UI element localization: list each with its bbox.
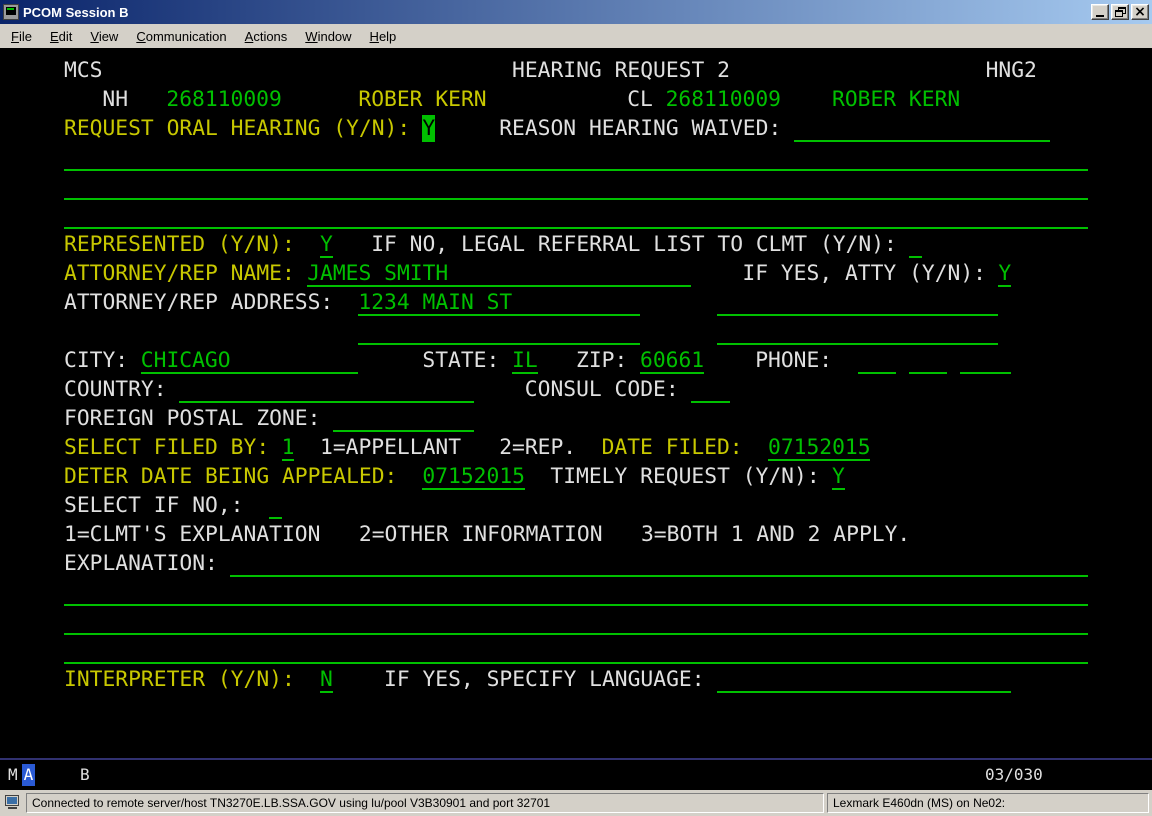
terminal-text: REQUEST ORAL HEARING (Y/N): xyxy=(64,115,410,142)
cl-number: 268110009 xyxy=(666,86,781,113)
terminal-text: PHONE: xyxy=(755,347,832,374)
minimize-icon xyxy=(1096,15,1104,17)
terminal-text: INTERPRETER (Y/N): xyxy=(64,666,295,693)
status-printer-text: Lexmark E460dn (MS) on Ne02: xyxy=(827,793,1149,813)
attorney-address-line1-field[interactable]: 1234 MAIN ST xyxy=(358,289,640,316)
window-controls: × xyxy=(1091,4,1149,20)
terminal-text: CITY: xyxy=(64,347,128,374)
terminal-text: COUNTRY: xyxy=(64,376,167,403)
pcom-window: PCOM Session B × FileEditViewCommunicati… xyxy=(0,0,1152,816)
terminal-text: STATE: xyxy=(422,347,499,374)
attorney-address-line4-field[interactable] xyxy=(717,318,999,345)
menu-communication[interactable]: Communication xyxy=(127,26,235,47)
foreign-postal-zone-field[interactable] xyxy=(333,405,474,432)
screen-code: HNG2 xyxy=(986,57,1037,84)
oral-hearing-flag-field[interactable]: Y xyxy=(422,115,435,142)
select-if-no-field[interactable] xyxy=(269,492,282,519)
menu-help[interactable]: Help xyxy=(361,26,406,47)
terminal-text: CL xyxy=(627,86,653,113)
restore-icon xyxy=(1115,7,1126,17)
oia-indicator-m: M xyxy=(8,764,18,786)
oia-status-row: M A B 03/030 xyxy=(0,758,1152,790)
terminal-text: REPRESENTED (Y/N): xyxy=(64,231,295,258)
explanation-cont-1-field[interactable] xyxy=(64,579,1088,606)
oia-session-letter: B xyxy=(80,764,90,786)
interpreter-flag-field[interactable]: N xyxy=(320,666,333,693)
timely-request-field[interactable]: Y xyxy=(832,463,845,490)
menu-bar: FileEditViewCommunicationActionsWindowHe… xyxy=(0,24,1152,48)
terminal-text: 2=REP. xyxy=(499,434,576,461)
status-connection-text: Connected to remote server/host TN3270E.… xyxy=(26,793,824,813)
oia-indicator-a: A xyxy=(22,764,35,786)
consul-code-field[interactable] xyxy=(691,376,729,403)
window-title: PCOM Session B xyxy=(23,5,1091,20)
phone-prefix-field[interactable] xyxy=(909,347,947,374)
terminal-text: ATTORNEY/REP NAME: xyxy=(64,260,295,287)
language-field[interactable] xyxy=(717,666,1011,693)
screen-title: HEARING REQUEST 2 xyxy=(512,57,730,84)
legal-referral-flag-field[interactable] xyxy=(909,231,922,258)
city-field[interactable]: CHICAGO xyxy=(141,347,359,374)
phone-area-field[interactable] xyxy=(858,347,896,374)
terminal-text: 1=CLMT'S EXPLANATION 2=OTHER INFORMATION… xyxy=(64,521,910,548)
menu-view[interactable]: View xyxy=(81,26,127,47)
menu-file[interactable]: File xyxy=(2,26,41,47)
oia-cursor-position: 03/030 xyxy=(985,764,1043,786)
terminal-screen[interactable]: M A B 03/030 MCS HEARING REQUEST 2 HNG2 NH 2… xyxy=(0,48,1152,790)
terminal-text: SELECT FILED BY: xyxy=(64,434,269,461)
explanation-cont-2-field[interactable] xyxy=(64,608,1088,635)
explanation-cont-3-field[interactable] xyxy=(64,637,1088,664)
terminal-text: MCS xyxy=(64,57,102,84)
connection-status-icon xyxy=(3,794,23,812)
atty-flag-field[interactable]: Y xyxy=(998,260,1011,287)
reason-waived-cont-1-field[interactable] xyxy=(64,144,1088,171)
title-bar: PCOM Session B × xyxy=(0,0,1152,24)
date-filed-field[interactable]: 07152015 xyxy=(768,434,870,461)
close-icon: × xyxy=(1134,5,1146,19)
terminal-text: NH xyxy=(102,86,128,113)
state-field[interactable]: IL xyxy=(512,347,538,374)
status-bar: Connected to remote server/host TN3270E.… xyxy=(0,790,1152,816)
deter-date-field[interactable]: 07152015 xyxy=(422,463,524,490)
reason-waived-field[interactable] xyxy=(794,115,1050,142)
terminal-text: SELECT IF NO,: xyxy=(64,492,244,519)
terminal-text: FOREIGN POSTAL ZONE: xyxy=(64,405,320,432)
attorney-name-field[interactable]: JAMES SMITH xyxy=(307,260,691,287)
attorney-address-line3-field[interactable] xyxy=(717,289,999,316)
cl-name: ROBER KERN xyxy=(832,86,960,113)
minimize-button[interactable] xyxy=(1091,4,1109,20)
pcom-app-icon xyxy=(3,4,19,20)
phone-line-field[interactable] xyxy=(960,347,1011,374)
filed-by-field[interactable]: 1 xyxy=(282,434,295,461)
nh-name: ROBER KERN xyxy=(358,86,486,113)
terminal-text: IF YES, SPECIFY LANGUAGE: xyxy=(384,666,705,693)
terminal-text: IF YES, ATTY (Y/N): xyxy=(742,260,986,287)
restore-button[interactable] xyxy=(1111,4,1129,20)
terminal-text: DETER DATE BEING APPEALED: xyxy=(64,463,397,490)
terminal-text: TIMELY REQUEST (Y/N): xyxy=(550,463,819,490)
country-field[interactable] xyxy=(179,376,473,403)
zip-field[interactable]: 60661 xyxy=(640,347,704,374)
terminal-text: REASON HEARING WAIVED: xyxy=(499,115,781,142)
menu-edit[interactable]: Edit xyxy=(41,26,81,47)
close-button[interactable]: × xyxy=(1131,4,1149,20)
menu-window[interactable]: Window xyxy=(296,26,360,47)
reason-waived-cont-2-field[interactable] xyxy=(64,173,1088,200)
terminal-text: ZIP: xyxy=(576,347,627,374)
menu-actions[interactable]: Actions xyxy=(236,26,297,47)
terminal-text: IF NO, LEGAL REFERRAL LIST TO CLMT (Y/N)… xyxy=(371,231,897,258)
terminal-text: CONSUL CODE: xyxy=(525,376,679,403)
terminal-text: DATE FILED: xyxy=(602,434,743,461)
explanation-field[interactable] xyxy=(230,550,1088,577)
nh-number: 268110009 xyxy=(166,86,281,113)
terminal-text: EXPLANATION: xyxy=(64,550,218,577)
terminal-text: 1=APPELLANT xyxy=(320,434,461,461)
reason-waived-cont-3-field[interactable] xyxy=(64,202,1088,229)
terminal-text: ATTORNEY/REP ADDRESS: xyxy=(64,289,333,316)
attorney-address-line2-field[interactable] xyxy=(358,318,640,345)
represented-flag-field[interactable]: Y xyxy=(320,231,333,258)
